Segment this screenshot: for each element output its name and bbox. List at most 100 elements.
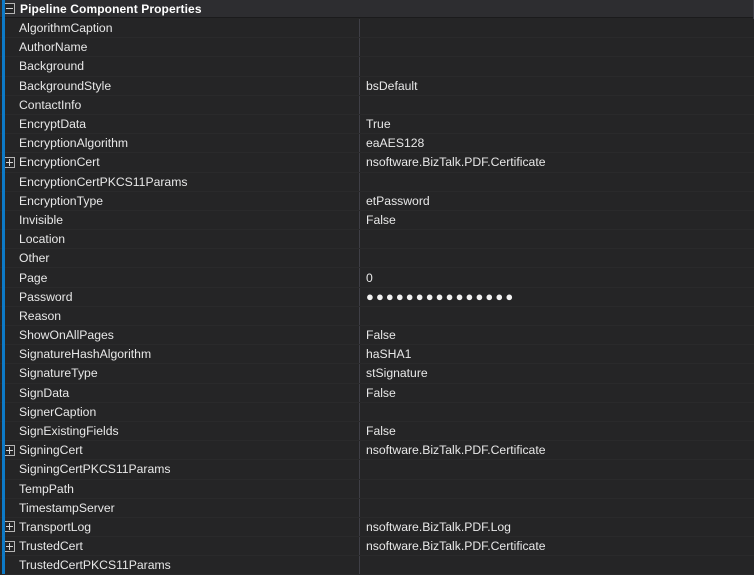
table-row[interactable]: TimestampServer: [0, 498, 754, 518]
property-name-cell[interactable]: Password: [0, 287, 360, 306]
property-name-cell[interactable]: Background: [0, 57, 360, 76]
property-value-cell[interactable]: [360, 95, 754, 114]
property-value-cell[interactable]: [360, 19, 754, 38]
table-row[interactable]: TrustedCertPKCS11Params: [0, 556, 754, 575]
property-value-cell[interactable]: False: [360, 326, 754, 345]
property-value-cell[interactable]: [360, 556, 754, 575]
property-name-cell[interactable]: TrustedCertPKCS11Params: [0, 556, 360, 575]
property-value-cell[interactable]: [360, 479, 754, 498]
table-row[interactable]: SignatureHashAlgorithm haSHA1: [0, 345, 754, 365]
table-row[interactable]: SigningCert nsoftware.BizTalk.PDF.Certifi…: [0, 441, 754, 461]
property-value-cell[interactable]: nsoftware.BizTalk.PDF.Certificate: [360, 441, 754, 460]
minus-box-icon[interactable]: [3, 3, 15, 14]
table-row[interactable]: AuthorName: [0, 38, 754, 58]
property-name-cell[interactable]: ContactInfo: [0, 95, 360, 114]
table-row[interactable]: Reason: [0, 306, 754, 326]
property-value-cell[interactable]: ●●●●●●●●●●●●●●●: [360, 287, 754, 306]
property-name-cell[interactable]: TransportLog: [0, 517, 360, 537]
property-value-cell[interactable]: nsoftware.BizTalk.PDF.Certificate: [360, 537, 754, 556]
property-name-cell[interactable]: EncryptionType: [0, 191, 360, 210]
property-value-cell[interactable]: haSHA1: [360, 345, 754, 364]
property-value-cell[interactable]: nsoftware.BizTalk.PDF.Log: [360, 517, 754, 537]
property-name-cell[interactable]: SignatureType: [0, 364, 360, 383]
table-row[interactable]: EncryptData True: [0, 114, 754, 135]
table-row[interactable]: Other: [0, 249, 754, 269]
table-row[interactable]: EncryptionCertPKCS11Params: [0, 172, 754, 192]
property-value-cell[interactable]: [360, 38, 754, 57]
table-row[interactable]: SignerCaption: [0, 402, 754, 422]
table-row[interactable]: AlgorithmCaption: [0, 19, 754, 39]
property-name-cell[interactable]: Reason: [0, 306, 360, 325]
property-value-cell[interactable]: [360, 498, 754, 517]
property-name-label: Invisible: [19, 212, 64, 227]
table-row[interactable]: BackgroundStyle bsDefault: [0, 76, 754, 96]
property-value-cell[interactable]: [360, 306, 754, 325]
table-row[interactable]: EncryptionType etPassword: [0, 191, 754, 211]
property-name-label: EncryptionAlgorithm: [19, 136, 129, 151]
property-name-cell[interactable]: EncryptionAlgorithm: [0, 134, 360, 153]
property-name-cell[interactable]: EncryptionCertPKCS11Params: [0, 172, 360, 191]
property-name-cell[interactable]: Invisible: [0, 210, 360, 230]
table-row[interactable]: Password ●●●●●●●●●●●●●●●: [0, 287, 754, 307]
property-value-label: stSignature: [366, 366, 428, 381]
property-name-cell[interactable]: ShowOnAllPages: [0, 326, 360, 345]
property-value-cell[interactable]: False: [360, 383, 754, 402]
property-name-cell[interactable]: TempPath: [0, 479, 360, 498]
property-name-cell[interactable]: SignatureHashAlgorithm: [0, 345, 360, 364]
property-name-cell[interactable]: TrustedCert: [0, 537, 360, 556]
property-name-cell[interactable]: SignExistingFields: [0, 421, 360, 441]
property-value-label: haSHA1: [366, 347, 412, 362]
property-name-cell[interactable]: Page: [0, 268, 360, 287]
property-name-cell[interactable]: SignData: [0, 383, 360, 402]
table-row[interactable]: ShowOnAllPages False: [0, 326, 754, 346]
table-row[interactable]: Background: [0, 57, 754, 77]
property-name-cell[interactable]: SignerCaption: [0, 402, 360, 421]
property-value-cell[interactable]: True: [360, 114, 754, 134]
property-value-cell[interactable]: stSignature: [360, 364, 754, 383]
property-value-cell[interactable]: nsoftware.BizTalk.PDF.Certificate: [360, 153, 754, 172]
category-header-row[interactable]: Pipeline Component Properties: [0, 0, 753, 18]
property-value-cell[interactable]: [360, 172, 754, 191]
property-value-cell[interactable]: eaAES128: [360, 134, 754, 153]
property-name-cell[interactable]: EncryptionCert: [0, 153, 360, 172]
table-row[interactable]: SignData False: [0, 383, 754, 403]
property-name-cell[interactable]: SigningCertPKCS11Params: [0, 460, 360, 479]
plus-box-icon[interactable]: [3, 540, 15, 552]
table-row[interactable]: SigningCertPKCS11Params: [0, 460, 754, 480]
property-value-cell[interactable]: False: [360, 210, 754, 230]
plus-box-icon[interactable]: [3, 156, 15, 168]
property-value-label: False: [366, 212, 396, 227]
property-value-cell[interactable]: [360, 249, 754, 268]
table-row[interactable]: ContactInfo: [0, 95, 754, 115]
property-name-label: BackgroundStyle: [19, 78, 112, 93]
plus-box-icon[interactable]: [3, 521, 15, 533]
property-name-cell[interactable]: Other: [0, 249, 360, 268]
property-name-cell[interactable]: EncryptData: [0, 114, 360, 134]
property-name-cell[interactable]: TimestampServer: [0, 498, 360, 517]
property-value-cell[interactable]: [360, 402, 754, 421]
table-row[interactable]: Invisible False: [0, 210, 754, 231]
property-name-label: SignData: [19, 385, 70, 400]
property-name-cell[interactable]: AuthorName: [0, 38, 360, 57]
table-row[interactable]: TempPath: [0, 479, 754, 499]
property-name-cell[interactable]: Location: [0, 230, 360, 249]
property-value-cell[interactable]: [360, 460, 754, 479]
property-value-cell[interactable]: etPassword: [360, 191, 754, 210]
table-row[interactable]: EncryptionCert nsoftware.BizTalk.PDF.Cert…: [0, 153, 754, 173]
table-row[interactable]: Page 0: [0, 268, 754, 288]
property-value-cell[interactable]: 0: [360, 268, 754, 287]
table-row[interactable]: EncryptionAlgorithm eaAES128: [0, 134, 754, 154]
table-row[interactable]: Location: [0, 230, 754, 250]
property-value-cell[interactable]: bsDefault: [360, 76, 754, 95]
property-name-cell[interactable]: BackgroundStyle: [0, 76, 360, 95]
property-value-cell[interactable]: [360, 230, 754, 249]
table-row[interactable]: SignatureType stSignature: [0, 364, 754, 384]
property-name-cell[interactable]: SigningCert: [0, 441, 360, 460]
table-row[interactable]: TrustedCert nsoftware.BizTalk.PDF.Certifi…: [0, 537, 754, 557]
property-name-cell[interactable]: AlgorithmCaption: [0, 19, 360, 38]
table-row[interactable]: SignExistingFields False: [0, 421, 754, 442]
table-row[interactable]: TransportLog nsoftware.BizTalk.PDF.Log: [0, 517, 754, 538]
plus-box-icon[interactable]: [3, 444, 15, 456]
property-value-cell[interactable]: False: [360, 421, 754, 441]
property-value-cell[interactable]: [360, 57, 754, 76]
